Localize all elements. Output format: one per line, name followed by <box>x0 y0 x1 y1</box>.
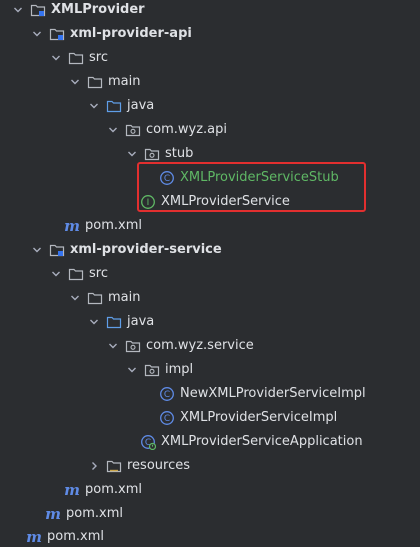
tree-node-root[interactable]: XMLProvider <box>0 0 420 22</box>
tree-label-root-pom: pom.xml <box>47 529 104 544</box>
tree-node-svc-new-impl[interactable]: C NewXMLProviderServiceImpl <box>0 382 420 406</box>
tree-label-svc-java: java <box>127 314 155 329</box>
tree-label-module-api: xml-provider-api <box>70 26 192 41</box>
chevron-down-icon[interactable] <box>29 26 45 42</box>
folder-icon <box>87 74 103 90</box>
class-icon: C <box>159 410 175 426</box>
package-icon <box>125 122 141 138</box>
folder-icon <box>68 266 84 282</box>
tree-label-svc-impl: impl <box>165 362 194 377</box>
tree-node-module-service[interactable]: xml-provider-service <box>0 238 420 262</box>
tree-node-svc-resources[interactable]: resources <box>0 454 420 478</box>
chevron-down-icon[interactable] <box>124 362 140 378</box>
chevron-down-icon[interactable] <box>105 122 121 138</box>
chevron-down-icon[interactable] <box>48 266 64 282</box>
maven-pom-icon: m <box>26 528 42 546</box>
tree-label-api-java: java <box>127 98 155 113</box>
chevron-down-icon[interactable] <box>86 98 102 114</box>
chevron-right-icon[interactable] <box>86 458 102 474</box>
package-icon <box>144 362 160 378</box>
tree-node-svc-app[interactable]: C XMLProviderServiceApplication <box>0 430 420 454</box>
tree-label-svc-pom: pom.xml <box>85 482 142 497</box>
source-root-folder-icon <box>106 98 122 114</box>
tree-label-root: XMLProvider <box>51 2 145 17</box>
chevron-down-icon[interactable] <box>105 338 121 354</box>
chevron-down-icon[interactable] <box>86 314 102 330</box>
maven-pom-icon: m <box>64 217 80 235</box>
maven-pom-icon: m <box>45 505 61 523</box>
tree-label-api-package: com.wyz.api <box>146 122 228 137</box>
tree-node-api-main[interactable]: main <box>0 70 420 94</box>
module-folder-icon <box>49 242 65 258</box>
highlight-box <box>137 162 366 212</box>
tree-node-api-package[interactable]: com.wyz.api <box>0 118 420 142</box>
tree-label-svc-resources: resources <box>127 458 191 473</box>
tree-label-api-src: src <box>89 50 108 65</box>
tree-node-api-pom[interactable]: m pom.xml <box>0 214 420 238</box>
package-icon <box>125 338 141 354</box>
module-folder-icon <box>30 2 46 18</box>
tree-label-svc-main: main <box>108 290 141 305</box>
tree-label-svc-src: src <box>89 266 108 281</box>
tree-node-api-src[interactable]: src <box>0 46 420 70</box>
tree-node-svc-package[interactable]: com.wyz.service <box>0 334 420 358</box>
project-tree: XMLProvider xml-provider-api src main ja… <box>0 0 420 547</box>
tree-node-svc-main[interactable]: main <box>0 286 420 310</box>
tree-node-svc-src[interactable]: src <box>0 262 420 286</box>
tree-label-svc-impl-class: XMLProviderServiceImpl <box>180 410 338 425</box>
tree-label-svc-new-impl: NewXMLProviderServiceImpl <box>180 386 366 401</box>
folder-icon <box>87 290 103 306</box>
source-root-folder-icon <box>106 314 122 330</box>
chevron-down-icon[interactable] <box>10 2 26 18</box>
module-folder-icon <box>49 26 65 42</box>
tree-label-svc-package: com.wyz.service <box>146 338 254 353</box>
tree-node-api-java[interactable]: java <box>0 94 420 118</box>
tree-node-root-pom-inner[interactable]: m pom.xml <box>0 502 420 526</box>
tree-node-svc-impl-class[interactable]: C XMLProviderServiceImpl <box>0 406 420 430</box>
class-icon: C <box>159 386 175 402</box>
tree-label-api-pom: pom.xml <box>85 218 142 233</box>
tree-label-api-main: main <box>108 74 141 89</box>
tree-node-module-api[interactable]: xml-provider-api <box>0 22 420 46</box>
tree-node-svc-pom[interactable]: m pom.xml <box>0 478 420 502</box>
chevron-down-icon[interactable] <box>48 50 64 66</box>
tree-node-svc-impl[interactable]: impl <box>0 358 420 382</box>
svg-text:C: C <box>164 390 170 400</box>
svg-text:C: C <box>164 414 170 424</box>
tree-node-root-pom[interactable]: m pom.xml <box>0 525 420 547</box>
tree-label-svc-app: XMLProviderServiceApplication <box>161 434 363 449</box>
chevron-down-icon[interactable] <box>67 290 83 306</box>
maven-pom-icon: m <box>64 481 80 499</box>
resources-folder-icon <box>106 458 122 474</box>
tree-node-svc-java[interactable]: java <box>0 310 420 334</box>
tree-label-module-service: xml-provider-service <box>70 242 222 257</box>
spring-boot-class-icon: C <box>140 434 156 450</box>
chevron-down-icon[interactable] <box>29 242 45 258</box>
folder-icon <box>68 50 84 66</box>
chevron-down-icon[interactable] <box>67 74 83 90</box>
package-icon <box>144 146 160 162</box>
tree-label-root-pom-inner: pom.xml <box>66 506 123 521</box>
chevron-down-icon[interactable] <box>124 146 140 162</box>
